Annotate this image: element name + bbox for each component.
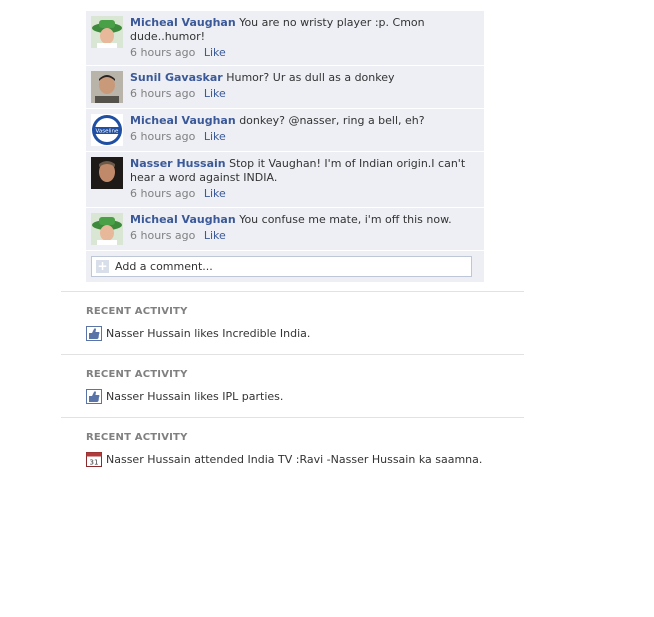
recent-activity: RECENT ACTIVITY 31 Nasser Hussain attend… xyxy=(86,432,516,467)
activity-text: Nasser Hussain likes Incredible India. xyxy=(106,326,311,340)
plus-icon: + xyxy=(96,259,109,273)
activity-title: RECENT ACTIVITY xyxy=(86,432,188,443)
like-link[interactable]: Like xyxy=(204,46,226,59)
like-link[interactable]: Like xyxy=(204,130,226,143)
calendar-day: 31 xyxy=(90,459,99,467)
avatar[interactable] xyxy=(91,157,123,189)
comment-timestamp: 6 hours ago xyxy=(130,187,196,200)
add-comment-input[interactable]: + Add a comment... xyxy=(91,256,472,277)
comment-item: Vaseline Micheal Vaughan donkey? @nasser… xyxy=(86,109,484,152)
avatar-logo-text: Vaseline xyxy=(96,129,119,135)
activity-title: RECENT ACTIVITY xyxy=(86,306,188,317)
comment-author-link[interactable]: Nasser Hussain xyxy=(130,157,226,170)
comment-text: donkey? @nasser, ring a bell, eh? xyxy=(239,114,425,127)
like-link[interactable]: Like xyxy=(204,87,226,100)
divider xyxy=(61,354,524,355)
like-link[interactable]: Like xyxy=(204,187,226,200)
comment-text: Humor? Ur as dull as a donkey xyxy=(226,71,395,84)
comment-item: Sunil Gavaskar Humor? Ur as dull as a do… xyxy=(86,66,484,109)
comment-author-link[interactable]: Micheal Vaughan xyxy=(130,213,236,226)
comment-item: Nasser Hussain Stop it Vaughan! I'm of I… xyxy=(86,152,484,208)
activity-text: Nasser Hussain likes IPL parties. xyxy=(106,389,284,403)
comment-item: Micheal Vaughan You are no wristy player… xyxy=(86,11,484,66)
add-comment-placeholder: Add a comment... xyxy=(115,260,213,273)
comment-author-link[interactable]: Micheal Vaughan xyxy=(130,114,236,127)
avatar[interactable] xyxy=(91,16,123,48)
comment-timestamp: 6 hours ago xyxy=(130,130,196,143)
divider xyxy=(61,291,524,292)
thumbs-up-icon xyxy=(86,389,102,404)
comment-timestamp: 6 hours ago xyxy=(130,87,196,100)
recent-activity: RECENT ACTIVITY Nasser Hussain likes Inc… xyxy=(86,306,516,341)
comment-timestamp: 6 hours ago xyxy=(130,229,196,242)
activity-title: RECENT ACTIVITY xyxy=(86,369,188,380)
comment-author-link[interactable]: Micheal Vaughan xyxy=(130,16,236,29)
avatar[interactable] xyxy=(91,213,123,245)
activity-text: Nasser Hussain attended India TV :Ravi -… xyxy=(106,452,483,466)
comment-list: Micheal Vaughan You are no wristy player… xyxy=(86,11,484,282)
comment-item: Micheal Vaughan You confuse me mate, i'm… xyxy=(86,208,484,251)
comment-timestamp: 6 hours ago xyxy=(130,46,196,59)
recent-activity: RECENT ACTIVITY Nasser Hussain likes IPL… xyxy=(86,369,516,404)
avatar[interactable]: Vaseline xyxy=(91,114,123,146)
comment-text: You confuse me mate, i'm off this now. xyxy=(239,213,452,226)
add-comment-row: + Add a comment... xyxy=(86,251,484,282)
calendar-icon: 31 xyxy=(86,452,102,467)
like-link[interactable]: Like xyxy=(204,229,226,242)
divider xyxy=(61,417,524,418)
avatar[interactable] xyxy=(91,71,123,103)
thumbs-up-icon xyxy=(86,326,102,341)
comment-author-link[interactable]: Sunil Gavaskar xyxy=(130,71,223,84)
